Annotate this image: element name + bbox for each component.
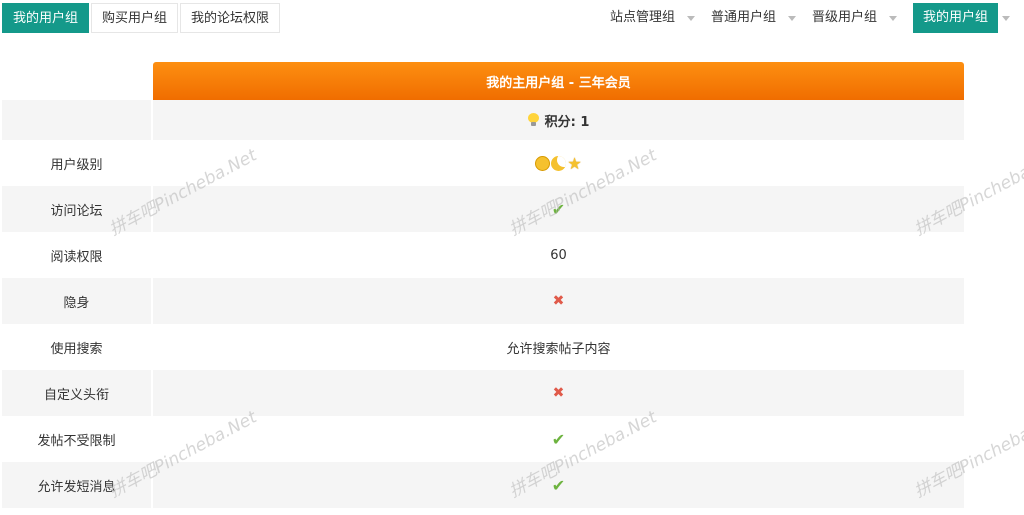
tab-site-admin-group[interactable]: 站点管理组 (600, 3, 701, 33)
user-level-icons: ★ (535, 153, 582, 173)
row-label: 发帖不受限制 (2, 416, 153, 462)
table-row: 使用搜索 允许搜索帖子内容 (2, 324, 964, 370)
table-row: 允许发短消息 ✔ (2, 462, 964, 508)
tab-buy-usergroup[interactable]: 购买用户组 (91, 3, 179, 33)
table-row: 访问论坛 ✔ (2, 186, 964, 232)
row-value: 60 (550, 247, 567, 263)
group-title: 我的主用户组 - 三年会员 (153, 62, 964, 100)
row-label: 用户级别 (2, 140, 153, 186)
score-cell: 积分: 1 (153, 100, 964, 140)
sun-face-icon (535, 155, 551, 171)
tab-label: 我的用户组 (912, 3, 998, 33)
cross-icon: ✖ (552, 293, 565, 309)
chevron-down-icon (686, 15, 695, 21)
table-row: 自定义头衔 ✖ (2, 370, 964, 416)
table-row: 隐身 ✖ (2, 278, 964, 324)
chevron-down-icon (888, 15, 897, 21)
check-icon: ✔ (551, 475, 566, 495)
check-icon: ✔ (551, 429, 566, 449)
tab-label: 普通用户组 (710, 10, 776, 25)
row-value: ✔ (153, 462, 964, 508)
score-label-cell (2, 100, 153, 140)
table-row: 阅读权限 60 (2, 232, 964, 278)
row-value: ✖ (153, 370, 964, 416)
check-icon: ✔ (551, 199, 566, 219)
score-row: 积分: 1 (2, 100, 964, 140)
tab-my-user-group-right[interactable]: 我的用户组 (903, 3, 1016, 33)
tab-promotion-user-group[interactable]: 晋级用户组 (802, 3, 903, 33)
header-empty-cell (2, 62, 153, 100)
table-header-row: 我的主用户组 - 三年会员 (2, 62, 964, 100)
row-value: ✔ (153, 416, 964, 462)
table-row: 用户级别 ★ (2, 140, 964, 186)
row-label: 隐身 (2, 278, 153, 324)
row-label: 阅读权限 (2, 232, 153, 278)
chevron-down-icon (1002, 15, 1010, 21)
row-value: ✔ (153, 186, 964, 232)
cross-icon: ✖ (552, 385, 565, 401)
star-icon: ★ (567, 153, 582, 173)
row-value: 允许搜索帖子内容 (506, 341, 611, 357)
tab-normal-user-group[interactable]: 普通用户组 (701, 3, 802, 33)
left-tab-bar: 我的用户组 购买用户组 我的论坛权限 (2, 3, 282, 33)
usergroup-permissions-table: 我的主用户组 - 三年会员 积分: 1 用户级别 ★ 访问论坛 ✔ 阅读权限 6… (2, 62, 964, 508)
right-tab-bar: 站点管理组 普通用户组 晋级用户组 我的用户组 (600, 3, 1016, 33)
tab-label: 晋级用户组 (811, 10, 877, 25)
row-label: 自定义头衔 (2, 370, 153, 416)
table-row: 发帖不受限制 ✔ (2, 416, 964, 462)
tab-my-usergroup[interactable]: 我的用户组 (2, 3, 90, 33)
moon-icon (551, 155, 567, 171)
row-value: ✖ (153, 278, 964, 324)
tab-my-forum-permissions[interactable]: 我的论坛权限 (180, 3, 281, 33)
score-text: 积分: 1 (544, 114, 590, 130)
row-label: 访问论坛 (2, 186, 153, 232)
row-value: ★ (153, 140, 964, 186)
chevron-down-icon (787, 15, 796, 21)
lightbulb-icon (527, 113, 539, 127)
row-label: 允许发短消息 (2, 462, 153, 508)
row-label: 使用搜索 (2, 324, 153, 370)
tab-label: 站点管理组 (609, 10, 675, 25)
